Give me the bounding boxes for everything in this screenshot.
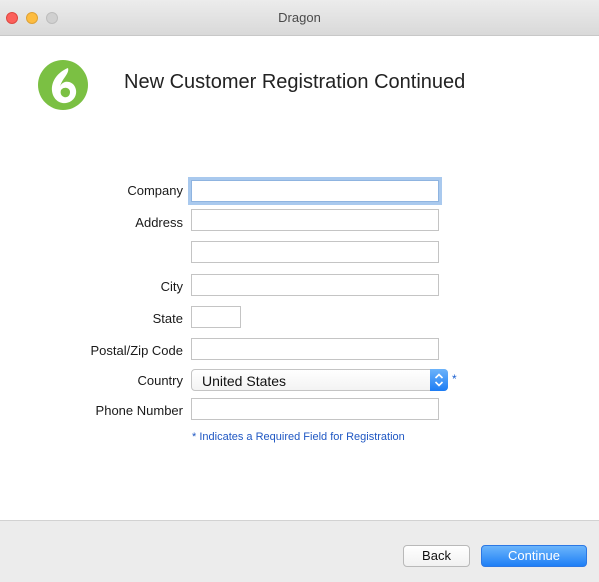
company-label: Company xyxy=(127,183,183,198)
state-field[interactable] xyxy=(191,306,241,328)
city-label: City xyxy=(160,279,183,294)
address-line2-field[interactable] xyxy=(191,241,439,263)
dragon-logo-icon xyxy=(37,59,89,111)
city-field[interactable] xyxy=(191,274,439,296)
updown-chevron-icon xyxy=(430,369,448,391)
country-label: Country xyxy=(137,373,183,388)
company-field[interactable] xyxy=(191,180,439,202)
dialog-window: Dragon New Customer Registration Continu… xyxy=(0,0,599,582)
required-marker: * xyxy=(452,372,457,386)
continue-button[interactable]: Continue xyxy=(481,545,587,567)
state-label: State xyxy=(152,311,183,326)
postal-code-field[interactable] xyxy=(191,338,439,360)
country-selected-value: United States xyxy=(202,373,287,389)
page-title: New Customer Registration Continued xyxy=(124,71,466,93)
back-button[interactable]: Back xyxy=(403,545,470,567)
postal-code-label: Postal/Zip Code xyxy=(90,343,184,358)
phone-number-label: Phone Number xyxy=(95,403,183,418)
button-bar: Back Continue xyxy=(0,520,599,582)
phone-number-field[interactable] xyxy=(191,398,439,420)
window-title: Dragon xyxy=(278,10,321,25)
required-field-note: * Indicates a Required Field for Registr… xyxy=(192,431,405,443)
country-select[interactable]: United States xyxy=(191,369,448,391)
address-label: Address xyxy=(135,215,183,230)
title-bar: Dragon xyxy=(0,0,599,36)
address-field[interactable] xyxy=(191,209,439,231)
registration-panel: New Customer Registration Continued Comp… xyxy=(0,36,599,520)
